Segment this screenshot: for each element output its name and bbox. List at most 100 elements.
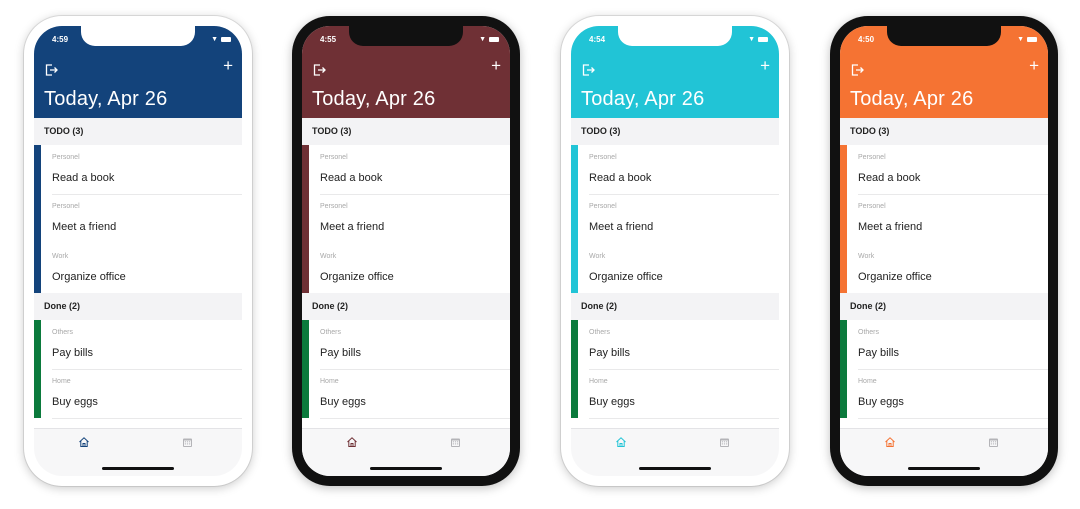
status-icons: ▼ — [1017, 36, 1037, 43]
task-category: Home — [589, 378, 608, 385]
logout-icon[interactable] — [44, 63, 58, 77]
tab-bar — [302, 428, 510, 476]
status-icons: ▼ — [211, 36, 231, 43]
todo-section-header: TODO (3) — [34, 118, 242, 145]
add-task-button[interactable]: + — [1029, 56, 1039, 76]
battery-icon — [489, 37, 499, 42]
app-screen: 4:59 ▼ + Today, Apr 26 TODO (3) Personel… — [34, 26, 242, 476]
task-item[interactable]: Work Organize office — [589, 244, 779, 293]
task-item[interactable]: Home Buy eggs — [589, 369, 779, 419]
task-category: Others — [320, 329, 342, 336]
task-category: Personel — [589, 154, 617, 161]
task-category: Personel — [52, 154, 80, 161]
device-notch — [618, 26, 732, 46]
battery-icon — [221, 37, 231, 42]
app-header: 4:59 ▼ + Today, Apr 26 — [34, 26, 242, 118]
todo-color-bar — [840, 145, 847, 293]
task-item[interactable]: Home Buy eggs — [52, 369, 242, 419]
task-item[interactable]: Personel Meet a friend — [589, 194, 779, 243]
tab-bar — [840, 428, 1048, 476]
home-indicator — [639, 467, 711, 470]
add-task-button[interactable]: + — [491, 56, 501, 76]
status-time: 4:50 — [858, 35, 875, 44]
task-name: Buy eggs — [52, 396, 98, 408]
status-time: 4:54 — [589, 35, 606, 44]
wifi-icon: ▼ — [211, 36, 218, 43]
task-category: Work — [858, 253, 875, 260]
logout-icon[interactable] — [850, 63, 864, 77]
task-name: Buy eggs — [858, 396, 904, 408]
todo-color-bar — [571, 145, 578, 293]
task-name: Pay bills — [858, 347, 899, 359]
page-title: Today, Apr 26 — [850, 88, 974, 110]
task-item[interactable]: Work Organize office — [320, 244, 510, 293]
task-item[interactable]: Personel Read a book — [589, 145, 779, 195]
app-screen: 4:55 ▼ + Today, Apr 26 TODO (3) Personel… — [302, 26, 510, 476]
calendar-icon[interactable] — [182, 437, 193, 448]
task-category: Personel — [320, 203, 348, 210]
device-notch — [81, 26, 195, 46]
done-section-header: Done (2) — [571, 293, 779, 320]
phone-frame-4: 4:50 ▼ + Today, Apr 26 TODO (3) Personel… — [830, 16, 1058, 486]
add-task-button[interactable]: + — [760, 56, 770, 76]
task-name: Organize office — [589, 271, 663, 283]
task-item[interactable]: Home Buy eggs — [858, 369, 1048, 419]
task-item[interactable]: Others Pay bills — [52, 320, 242, 370]
logout-icon[interactable] — [581, 63, 595, 77]
calendar-icon[interactable] — [719, 437, 730, 448]
task-item[interactable]: Others Pay bills — [589, 320, 779, 370]
calendar-icon[interactable] — [988, 437, 999, 448]
task-item[interactable]: Personel Meet a friend — [320, 194, 510, 243]
task-item[interactable]: Others Pay bills — [858, 320, 1048, 370]
wifi-icon: ▼ — [479, 36, 486, 43]
task-item[interactable]: Personel Read a book — [52, 145, 242, 195]
task-item[interactable]: Personel Meet a friend — [858, 194, 1048, 243]
tab-bar — [34, 428, 242, 476]
task-name: Meet a friend — [52, 221, 117, 233]
task-category: Personel — [320, 154, 348, 161]
task-name: Meet a friend — [320, 221, 385, 233]
task-item[interactable]: Work Organize office — [52, 244, 242, 293]
task-name: Organize office — [320, 271, 394, 283]
task-item[interactable]: Personel Read a book — [320, 145, 510, 195]
home-icon[interactable] — [615, 436, 627, 448]
task-category: Others — [589, 329, 611, 336]
status-time: 4:59 — [52, 35, 69, 44]
task-item[interactable]: Personel Read a book — [858, 145, 1048, 195]
task-name: Buy eggs — [320, 396, 366, 408]
home-indicator — [102, 467, 174, 470]
task-category: Home — [52, 378, 71, 385]
add-task-button[interactable]: + — [223, 56, 233, 76]
task-item[interactable]: Others Pay bills — [320, 320, 510, 370]
logout-icon[interactable] — [312, 63, 326, 77]
app-header: 4:50 ▼ + Today, Apr 26 — [840, 26, 1048, 118]
task-category: Work — [52, 253, 69, 260]
home-icon[interactable] — [884, 436, 896, 448]
done-section-header: Done (2) — [302, 293, 510, 320]
task-category: Home — [320, 378, 339, 385]
task-name: Buy eggs — [589, 396, 635, 408]
todo-color-bar — [302, 145, 309, 293]
todo-color-bar — [34, 145, 41, 293]
home-indicator — [908, 467, 980, 470]
task-item[interactable]: Personel Meet a friend — [52, 194, 242, 243]
task-category: Personel — [858, 154, 886, 161]
tab-bar — [571, 428, 779, 476]
battery-icon — [1027, 37, 1037, 42]
todo-section-header: TODO (3) — [571, 118, 779, 145]
task-category: Work — [320, 253, 337, 260]
task-item[interactable]: Work Organize office — [858, 244, 1048, 293]
task-category: Others — [858, 329, 880, 336]
home-icon[interactable] — [78, 436, 90, 448]
task-name: Pay bills — [52, 347, 93, 359]
home-icon[interactable] — [346, 436, 358, 448]
phone-frame-3: 4:54 ▼ + Today, Apr 26 TODO (3) Personel… — [561, 16, 789, 486]
task-name: Read a book — [52, 172, 115, 184]
status-icons: ▼ — [479, 36, 499, 43]
wifi-icon: ▼ — [1017, 36, 1024, 43]
done-section-header: Done (2) — [34, 293, 242, 320]
done-section-header: Done (2) — [840, 293, 1048, 320]
phone-frame-2: 4:55 ▼ + Today, Apr 26 TODO (3) Personel… — [292, 16, 520, 486]
task-item[interactable]: Home Buy eggs — [320, 369, 510, 419]
calendar-icon[interactable] — [450, 437, 461, 448]
